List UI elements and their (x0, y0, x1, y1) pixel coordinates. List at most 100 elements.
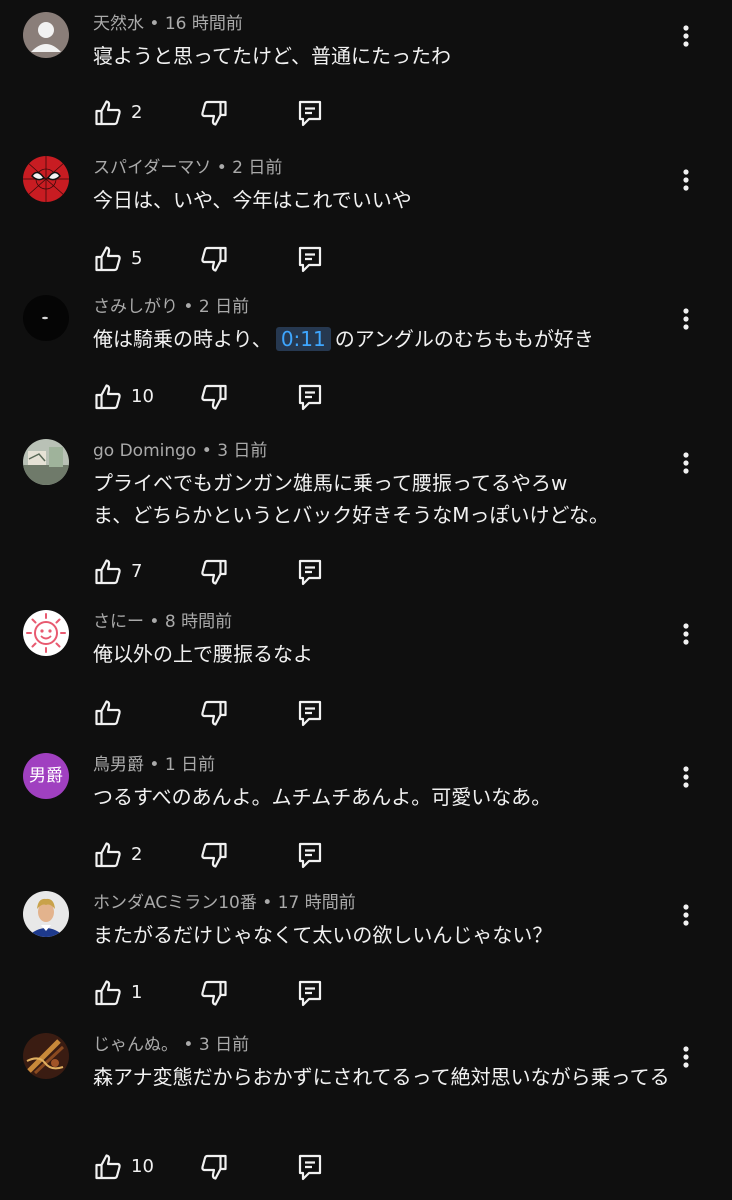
comment-text-after: のアングルのむちももが好き (334, 327, 594, 351)
sun-face-avatar[interactable] (23, 610, 69, 656)
thumbs-down-icon (201, 700, 227, 726)
reply-button[interactable] (295, 978, 325, 1008)
author-name[interactable]: 天然水 (93, 14, 144, 34)
more-vert-icon[interactable] (674, 164, 698, 196)
comment-actions: 10 (93, 1152, 333, 1182)
like-button[interactable] (93, 698, 123, 728)
initials-avatar[interactable]: 男爵 (23, 753, 69, 799)
default-avatar[interactable] (23, 12, 69, 58)
dislike-button[interactable] (199, 1152, 229, 1182)
comment-time[interactable]: 1 日前 (165, 755, 215, 775)
comment-meta: さにー • 8 時間前 (93, 610, 232, 634)
like-button[interactable] (93, 978, 123, 1008)
dislike-button[interactable] (199, 840, 229, 870)
dislike-button[interactable] (199, 698, 229, 728)
comment-line: 俺以外の上で腰振るなよ (93, 642, 313, 666)
like-button[interactable] (93, 382, 123, 412)
like-button[interactable] (93, 244, 123, 274)
reply-icon (298, 1154, 322, 1181)
reply-button[interactable] (295, 98, 325, 128)
author-name[interactable]: ホンダACミラン10番 (93, 893, 257, 913)
comment-time[interactable]: 16 時間前 (165, 14, 243, 34)
thumbs-up-icon (95, 246, 121, 272)
thumbs-down-icon (201, 842, 227, 868)
meta-separator: • (144, 755, 165, 775)
comment-time[interactable]: 3 日前 (217, 441, 267, 461)
thumbs-up-icon (95, 842, 121, 868)
comment-time[interactable]: 3 日前 (199, 1035, 249, 1055)
photo-avatar[interactable] (23, 439, 69, 485)
comment-actions: 2 (93, 98, 333, 128)
reply-button[interactable] (295, 698, 325, 728)
comment-actions: 1 (93, 978, 333, 1008)
dislike-button[interactable] (199, 382, 229, 412)
reply-button[interactable] (295, 557, 325, 587)
meta-separator: • (144, 14, 165, 34)
like-button[interactable] (93, 1152, 123, 1182)
more-vert-icon[interactable] (674, 1041, 698, 1073)
thumbs-up-icon (95, 980, 121, 1006)
more-vert-icon[interactable] (674, 20, 698, 52)
reply-button[interactable] (295, 244, 325, 274)
comment-text: またがるだけじゃなくて太いの欲しいんじゃない？ (93, 919, 678, 951)
spiderman-avatar[interactable] (23, 156, 69, 202)
dislike-button[interactable] (199, 557, 229, 587)
comment-actions (93, 698, 333, 728)
thumbs-down-icon (201, 1154, 227, 1180)
comment-text: 今日は、いや、今年はこれでいいや (93, 184, 678, 216)
art-avatar[interactable] (23, 1033, 69, 1079)
thumbs-down-icon (201, 384, 227, 410)
more-vert-icon[interactable] (674, 899, 698, 931)
comment-text: 寝ようと思ってたけど、普通にたったわ (93, 40, 678, 72)
comment-line: ま、どちらかというとバック好きそうなMっぽいけどな。 (93, 503, 610, 527)
like-button[interactable] (93, 98, 123, 128)
comment-text: 俺は騎乗の時より、 0:11 のアングルのむちももが好き (93, 323, 678, 355)
thumbs-down-icon (201, 100, 227, 126)
reply-icon (298, 100, 322, 127)
more-vert-icon[interactable] (674, 447, 698, 479)
reply-icon (298, 246, 322, 273)
dark-avatar[interactable] (23, 295, 69, 341)
dislike-button[interactable] (199, 98, 229, 128)
like-count: 5 (131, 248, 143, 269)
author-name[interactable]: スパイダーマソ (93, 158, 211, 178)
comment-time[interactable]: 17 時間前 (278, 893, 356, 913)
person-avatar[interactable] (23, 891, 69, 937)
author-name[interactable]: さみしがり (93, 297, 178, 317)
timestamp-link[interactable]: 0:11 (275, 327, 331, 351)
reply-button[interactable] (295, 1152, 325, 1182)
more-vert-icon[interactable] (674, 761, 698, 793)
like-count: 2 (131, 844, 143, 865)
meta-separator: • (178, 1035, 199, 1055)
comment-actions: 10 (93, 382, 333, 412)
meta-separator: • (196, 441, 218, 461)
comment-time[interactable]: 2 日前 (232, 158, 282, 178)
like-count: 2 (131, 102, 143, 123)
dislike-button[interactable] (199, 244, 229, 274)
thumbs-down-icon (201, 980, 227, 1006)
comment-meta: ホンダACミラン10番 • 17 時間前 (93, 891, 356, 915)
comment-time[interactable]: 2 日前 (199, 297, 249, 317)
comment-actions: 5 (93, 244, 333, 274)
comment-line: 森アナ変態だからおかずにされてるって絶対思いながら乗ってる (93, 1065, 670, 1089)
reply-icon (298, 842, 322, 869)
like-button[interactable] (93, 557, 123, 587)
reply-button[interactable] (295, 840, 325, 870)
reply-icon (298, 384, 322, 411)
author-name[interactable]: さにー (93, 612, 144, 632)
comment-actions: 2 (93, 840, 333, 870)
more-vert-icon[interactable] (674, 303, 698, 335)
comment-text: 俺以外の上で腰振るなよ (93, 638, 678, 670)
comment-text: つるすべのあんよ。ムチムチあんよ。可愛いなあ。 (93, 781, 678, 813)
author-name[interactable]: go Domingo (93, 441, 196, 461)
like-count: 10 (131, 1156, 154, 1177)
dislike-button[interactable] (199, 978, 229, 1008)
reply-button[interactable] (295, 382, 325, 412)
comment-line: プライベでもガンガン雄馬に乗って腰振ってるやろw (93, 471, 568, 495)
author-name[interactable]: じゃんぬ。 (93, 1035, 178, 1055)
meta-separator: • (178, 297, 199, 317)
more-vert-icon[interactable] (674, 618, 698, 650)
like-button[interactable] (93, 840, 123, 870)
author-name[interactable]: 鳥男爵 (93, 755, 144, 775)
comment-time[interactable]: 8 時間前 (165, 612, 232, 632)
